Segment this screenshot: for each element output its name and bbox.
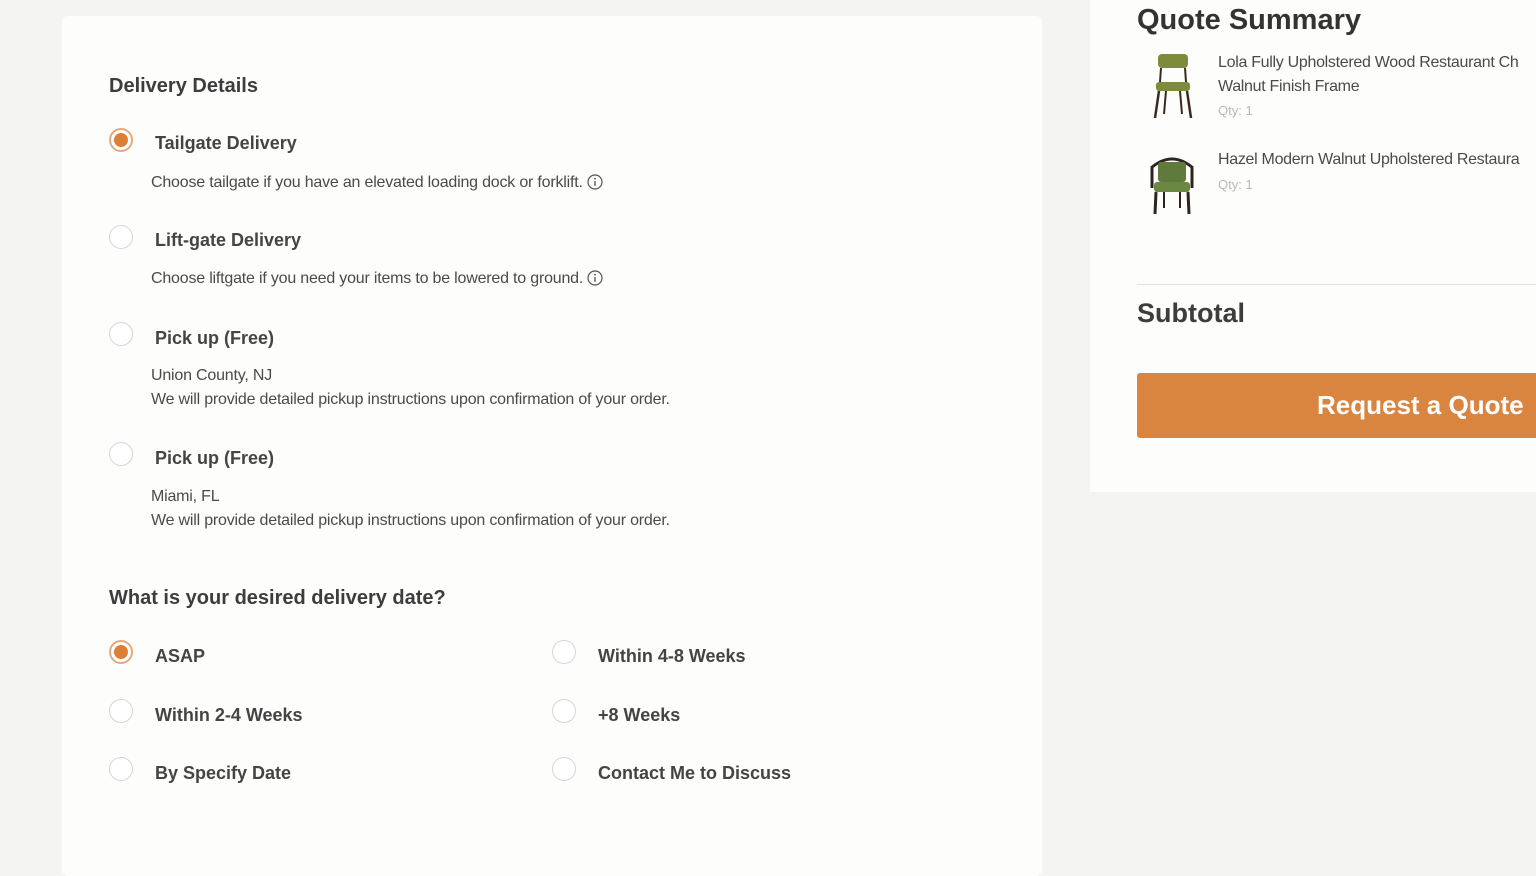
- product-1-qty: Qty: 1: [1218, 103, 1253, 118]
- subtotal-label: Subtotal: [1137, 298, 1245, 328]
- pickup-fl-location: Miami, FL: [151, 488, 220, 505]
- info-icon[interactable]: [587, 270, 603, 286]
- date-contact-label[interactable]: Contact Me to Discuss: [598, 763, 791, 784]
- product-2-qty: Qty: 1: [1218, 177, 1253, 192]
- product-2-name[interactable]: Hazel Modern Walnut Upholstered Restaura: [1218, 148, 1520, 172]
- summary-divider: [1137, 284, 1536, 285]
- armchair-icon[interactable]: [1146, 150, 1198, 216]
- date-4-8-weeks-label[interactable]: Within 4-8 Weeks: [598, 646, 746, 667]
- quote-summary-title: Quote Summary: [1137, 4, 1361, 36]
- pickup-fl-radio[interactable]: [109, 442, 133, 466]
- tailgate-delivery-label[interactable]: Tailgate Delivery: [155, 133, 297, 154]
- chair-icon[interactable]: [1150, 52, 1196, 120]
- liftgate-delivery-label[interactable]: Lift-gate Delivery: [155, 230, 301, 251]
- pickup-fl-desc: We will provide detailed pickup instruct…: [151, 512, 670, 529]
- product-1-name-line1[interactable]: Lola Fully Upholstered Wood Restaurant C…: [1218, 51, 1519, 75]
- date-specify-radio[interactable]: [109, 757, 133, 781]
- date-asap-radio[interactable]: [109, 640, 133, 664]
- request-quote-button[interactable]: Request a Quote: [1137, 373, 1536, 438]
- date-2-4-weeks-radio[interactable]: [109, 699, 133, 723]
- liftgate-delivery-radio[interactable]: [109, 225, 133, 249]
- date-8-plus-weeks-label[interactable]: +8 Weeks: [598, 705, 680, 726]
- date-2-4-weeks-label[interactable]: Within 2-4 Weeks: [155, 705, 303, 726]
- pickup-nj-radio[interactable]: [109, 322, 133, 346]
- pickup-fl-label[interactable]: Pick up (Free): [155, 448, 274, 469]
- date-4-8-weeks-radio[interactable]: [552, 640, 576, 664]
- pickup-nj-location: Union County, NJ: [151, 367, 273, 384]
- delivery-details-heading: Delivery Details: [109, 75, 258, 97]
- date-contact-radio[interactable]: [552, 757, 576, 781]
- pickup-nj-label[interactable]: Pick up (Free): [155, 328, 274, 349]
- tailgate-delivery-desc: Choose tailgate if you have an elevated …: [151, 174, 603, 192]
- delivery-date-heading: What is your desired delivery date?: [109, 587, 446, 609]
- tailgate-delivery-radio[interactable]: [109, 128, 133, 152]
- liftgate-delivery-desc: Choose liftgate if you need your items t…: [151, 270, 603, 288]
- liftgate-desc-text: Choose liftgate if you need your items t…: [151, 270, 584, 287]
- product-1-name-line2[interactable]: Walnut Finish Frame: [1218, 75, 1360, 99]
- info-icon[interactable]: [587, 174, 603, 190]
- tailgate-desc-text: Choose tailgate if you have an elevated …: [151, 174, 583, 191]
- pickup-nj-desc: We will provide detailed pickup instruct…: [151, 391, 670, 408]
- date-specify-label[interactable]: By Specify Date: [155, 763, 291, 784]
- date-8-plus-weeks-radio[interactable]: [552, 699, 576, 723]
- date-asap-label[interactable]: ASAP: [155, 646, 205, 667]
